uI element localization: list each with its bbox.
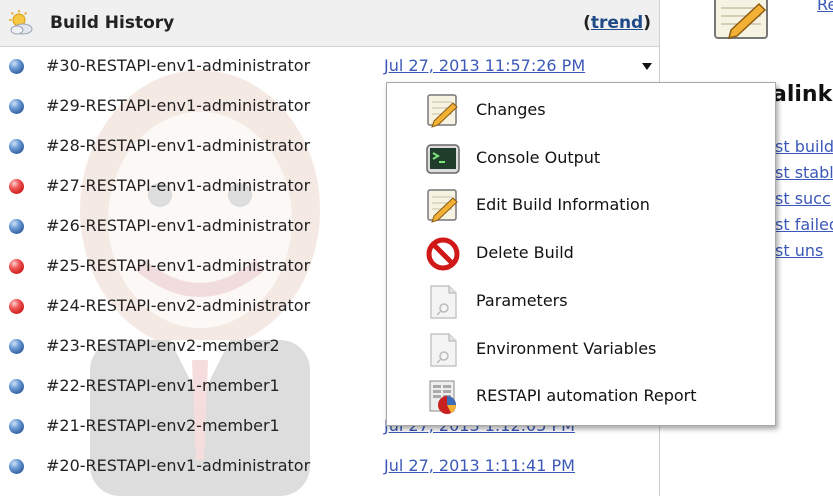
build-name[interactable]: #27-RESTAPI-env1-administrator [46,176,310,195]
permalink-item[interactable]: st build [775,137,833,156]
no-entry-icon [426,237,460,271]
notepad-icon [427,94,458,128]
build-name[interactable]: #30-RESTAPI-env1-administrator [46,56,310,75]
build-history-title: Build History [50,13,175,33]
build-name[interactable]: #24-RESTAPI-env2-administrator [46,296,310,315]
menu-item-label: Edit Build Information [476,195,650,215]
menu-item-label: Changes [476,100,546,119]
success-status-icon [9,219,24,234]
build-row: #20-RESTAPI-env1-administrator Jul 27, 20… [0,448,659,488]
success-status-icon [9,59,24,74]
menu-item[interactable]: RESTAPI automation Report [387,371,775,419]
menu-item[interactable]: Edit Build Information [387,180,775,228]
failed-status-icon [9,259,24,274]
build-date-link[interactable]: Jul 27, 2013 11:57:26 PM [384,56,585,75]
build-name[interactable]: #28-RESTAPI-env1-administrator [46,136,310,155]
report-icon [429,380,456,415]
menu-item-label: Environment Variables [476,338,657,358]
trend-close-paren: ) [643,13,651,33]
trend-link[interactable]: trend [591,13,643,33]
menu-item[interactable]: Environment Variables [387,324,775,372]
build-name[interactable]: #23-RESTAPI-env2-member2 [46,336,280,355]
build-name[interactable]: #29-RESTAPI-env1-administrator [46,96,310,115]
menu-item[interactable]: Delete Build [387,228,775,276]
build-name[interactable]: #26-RESTAPI-env1-administrator [46,216,310,235]
dropdown-arrow-icon[interactable] [642,63,652,70]
build-context-menu: Changes Console Output Edit Build Informat… [386,82,776,426]
top-right-link[interactable]: Re [817,0,833,14]
permalink-item[interactable]: st failed [775,215,833,234]
menu-item[interactable]: Console Output [387,133,775,181]
success-status-icon [9,99,24,114]
build-date-link[interactable]: Jul 27, 2013 1:11:41 PM [384,456,575,475]
success-status-icon [9,379,24,394]
build-name[interactable]: #20-RESTAPI-env1-administrator [46,456,310,475]
build-history-header: Build History (trend) [0,0,659,47]
permalink-item[interactable]: st succ [775,189,831,208]
failed-status-icon [9,179,24,194]
document-icon [430,285,457,319]
menu-item-label: Parameters [476,290,568,310]
permalink-item[interactable]: st stable [775,163,833,182]
document-icon [430,332,457,367]
success-status-icon [9,139,24,154]
notepad-icon [427,189,458,224]
success-status-icon [9,339,24,354]
trend-open-paren: ( [583,13,591,33]
build-name[interactable]: #21-RESTAPI-env2-member1 [46,416,280,435]
sunny-weather-icon [9,10,33,35]
permalink-item[interactable]: st uns [775,241,823,260]
terminal-icon [426,143,460,174]
success-status-icon [9,459,24,474]
menu-item-label: RESTAPI automation Report [476,386,697,406]
menu-item-label: Delete Build [476,243,574,263]
menu-item[interactable]: Parameters [387,276,775,324]
menu-item[interactable]: Changes [387,85,775,133]
failed-status-icon [9,299,24,314]
trend-wrapper: (trend) [583,13,651,33]
build-name[interactable]: #22-RESTAPI-env1-member1 [46,376,280,395]
notepad-icon [714,0,768,40]
permalinks-title: alinks [772,82,833,107]
success-status-icon [9,419,24,434]
build-name[interactable]: #25-RESTAPI-env1-administrator [46,256,310,275]
menu-item-label: Console Output [476,147,601,167]
